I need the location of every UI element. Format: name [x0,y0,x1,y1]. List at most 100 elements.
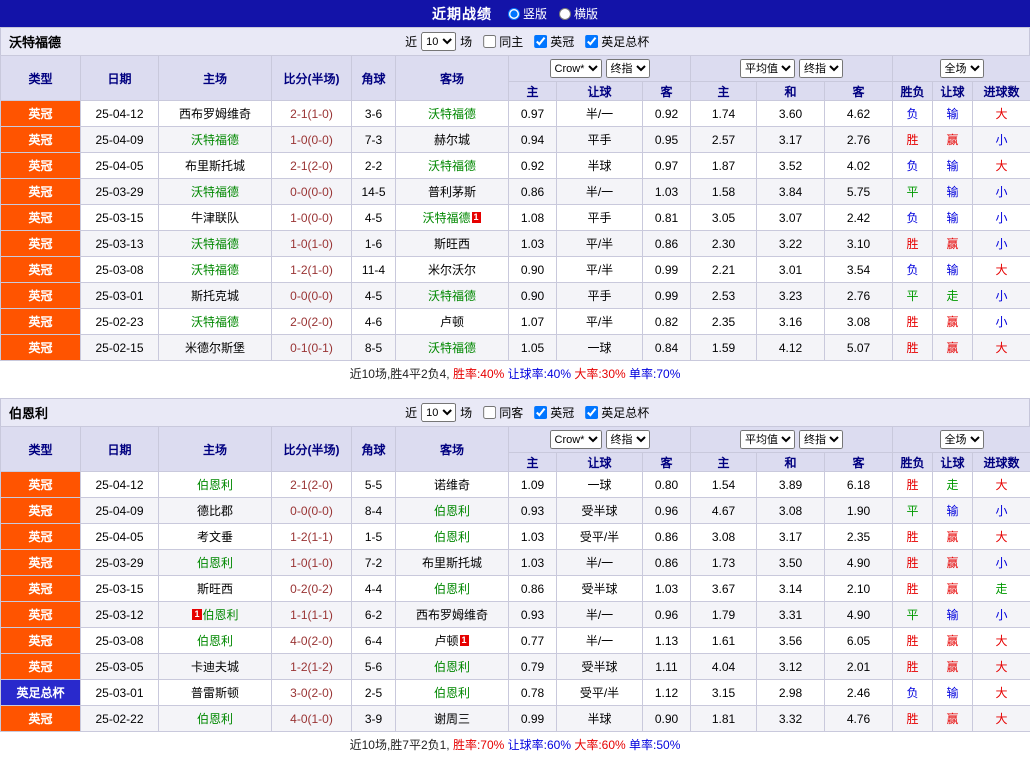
filter-checkbox-input-0-1[interactable] [534,35,547,48]
eu-draw-odds: 3.17 [757,127,825,153]
goals-result: 大 [973,153,1030,179]
results-table-1: 类型日期主场比分(半场)角球客场Crow*终指平均值终指全场主让球客主和客胜负让… [0,426,1030,732]
eu-stage-select-0[interactable]: 终指 [799,59,843,78]
filter-checkbox-input-1-2[interactable] [585,406,598,419]
filter-checkbox-label: 英冠 [550,33,574,50]
layout-radio-1[interactable]: 横版 [559,5,598,22]
outcome-result: 平 [893,498,933,524]
ah-stage-select-0[interactable]: 终指 [606,59,650,78]
home-team: 卡迪夫城 [159,654,272,680]
eu-draw-odds: 3.31 [757,602,825,628]
filter-checkbox-input-1-1[interactable] [534,406,547,419]
eu-away-odds: 4.62 [825,101,893,127]
eu-home-odds: 2.35 [691,309,757,335]
ah-home-odds: 0.99 [509,706,557,732]
handicap-result: 赢 [933,654,973,680]
home-team: 米德尔斯堡 [159,335,272,361]
goals-result: 大 [973,524,1030,550]
outcome-result: 平 [893,179,933,205]
column-header: 主 [509,82,557,101]
eu-draw-odds: 3.16 [757,309,825,335]
ah-line: 受平/半 [557,680,643,706]
match-date: 25-03-29 [81,179,159,205]
filter-checkbox-input-0-2[interactable] [585,35,598,48]
recent-count-select-0[interactable]: 10 [421,32,456,51]
ah-home-odds: 1.08 [509,205,557,231]
home-team: 西布罗姆维奇 [159,101,272,127]
recent-count-select-1[interactable]: 10 [421,403,456,422]
filter-checkbox-1-0[interactable]: 同客 [476,404,523,421]
goals-result: 小 [973,283,1030,309]
eu-away-odds: 2.46 [825,680,893,706]
fulltime-select-1[interactable]: 全场 [940,430,984,449]
red-card-badge: 1 [192,609,201,620]
filter-checkbox-0-1[interactable]: 英冠 [527,33,574,50]
match-row: 英冠25-04-12西布罗姆维奇2-1(1-0)3-6沃特福德0.97半/一0.… [1,101,1030,127]
filter-checkbox-input-0-0[interactable] [483,35,496,48]
home-team: 伯恩利 [159,550,272,576]
column-header: 客场 [396,427,509,472]
match-date: 25-03-29 [81,550,159,576]
ah-away-odds: 1.03 [643,576,691,602]
group-header-fulltime-result: 全场 [893,56,1030,82]
eu-away-odds: 4.90 [825,602,893,628]
eu-away-odds: 3.08 [825,309,893,335]
ah-away-odds: 1.11 [643,654,691,680]
eu-stage-select-1[interactable]: 终指 [799,430,843,449]
games-label: 场 [460,404,472,421]
ah-stage-select-1[interactable]: 终指 [606,430,650,449]
match-score: 4-0(2-0) [272,628,352,654]
corner-score: 3-6 [352,101,396,127]
filter-checkbox-input-1-0[interactable] [483,406,496,419]
home-team: 沃特福德 [159,231,272,257]
eu-draw-odds: 3.89 [757,472,825,498]
eu-draw-odds: 3.84 [757,179,825,205]
ah-line: 一球 [557,472,643,498]
home-team: 德比郡 [159,498,272,524]
layout-radio-input-0[interactable] [508,8,520,20]
match-score: 2-1(1-0) [272,101,352,127]
layout-radio-0[interactable]: 竖版 [508,5,547,22]
outcome-result: 胜 [893,524,933,550]
away-team: 伯恩利 [396,680,509,706]
filter-checkbox-0-2[interactable]: 英足总杯 [578,33,649,50]
recent-label: 近 [405,33,417,50]
eu-away-odds: 2.10 [825,576,893,602]
filter-checkbox-label: 同客 [499,404,523,421]
ah-home-odds: 0.90 [509,257,557,283]
match-date: 25-04-05 [81,524,159,550]
eu-home-odds: 1.87 [691,153,757,179]
ah-line: 半/一 [557,550,643,576]
column-header: 客 [825,82,893,101]
goals-result: 大 [973,257,1030,283]
filter-checkbox-1-1[interactable]: 英冠 [527,404,574,421]
match-score: 1-2(1-0) [272,257,352,283]
team-name-text: 伯恩利 [197,556,233,570]
match-date: 25-04-09 [81,498,159,524]
match-type: 英冠 [1,309,81,335]
team-name-text: 德比郡 [197,504,233,518]
match-type: 英冠 [1,524,81,550]
results-table-0: 类型日期主场比分(半场)角球客场Crow*终指平均值终指全场主让球客主和客胜负让… [0,55,1030,361]
team-name-text: 伯恩利 [434,504,470,518]
bookmaker-select-1[interactable]: Crow* [550,430,602,449]
match-date: 25-03-01 [81,680,159,706]
ah-line: 受半球 [557,576,643,602]
ah-home-odds: 0.86 [509,576,557,602]
home-team: 牛津联队 [159,205,272,231]
match-type: 英冠 [1,153,81,179]
eu-average-select-1[interactable]: 平均值 [740,430,795,449]
eu-average-select-0[interactable]: 平均值 [740,59,795,78]
match-score: 0-0(0-0) [272,283,352,309]
ah-away-odds: 0.86 [643,231,691,257]
handicap-result: 赢 [933,309,973,335]
corner-score: 6-4 [352,628,396,654]
fulltime-select-0[interactable]: 全场 [940,59,984,78]
layout-radio-input-1[interactable] [559,8,571,20]
bookmaker-select-0[interactable]: Crow* [550,59,602,78]
filter-checkbox-0-0[interactable]: 同主 [476,33,523,50]
match-row: 英冠25-03-01斯托克城0-0(0-0)4-5沃特福德0.90平手0.992… [1,283,1030,309]
filter-checkbox-1-2[interactable]: 英足总杯 [578,404,649,421]
match-row: 英冠25-03-29伯恩利1-0(1-0)7-2布里斯托城1.03半/一0.86… [1,550,1030,576]
ah-line: 半球 [557,706,643,732]
